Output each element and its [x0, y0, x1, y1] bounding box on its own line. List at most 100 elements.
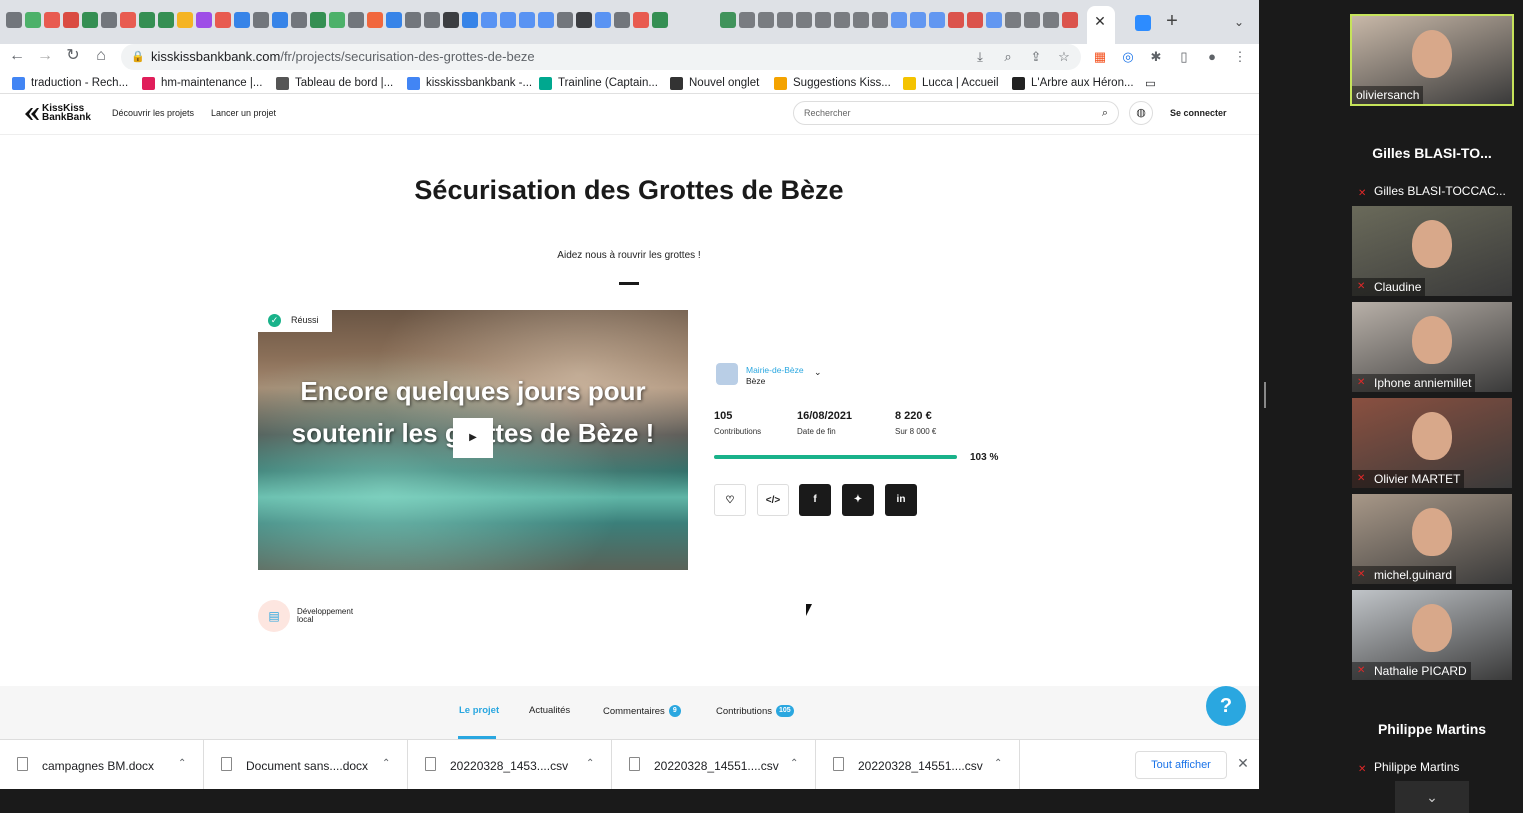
tab-favicon-icon[interactable] [1043, 12, 1059, 28]
tab-favicon-icon[interactable] [739, 12, 755, 28]
download-item[interactable]: 20220328_14551....csv ⌃ [816, 740, 1020, 789]
tab-favicon-icon[interactable] [253, 12, 269, 28]
tab-favicon-icon[interactable] [652, 12, 668, 28]
zoom-tab-favicon-icon[interactable] [1135, 15, 1151, 31]
kisskiss-logo-icon[interactable] [25, 107, 39, 120]
extension-icon[interactable]: ▦ [1091, 48, 1109, 66]
tab-favicon-icon[interactable] [44, 12, 60, 28]
tab-favicon-icon[interactable] [158, 12, 174, 28]
participant-name-title[interactable]: Gilles BLASI-TO... [1352, 145, 1512, 161]
participant-tile[interactable]: Olivier MARTET ✕ [1352, 398, 1512, 488]
participant-tile[interactable]: Iphone anniemillet ✕ [1352, 302, 1512, 392]
tab-favicon-icon[interactable] [538, 12, 554, 28]
chevron-up-icon[interactable]: ⌃ [994, 758, 1002, 769]
puzzle-icon[interactable]: ✱ [1147, 48, 1165, 66]
show-all-downloads-button[interactable]: Tout afficher [1135, 751, 1227, 779]
tab-favicon-icon[interactable] [967, 12, 983, 28]
scroll-down-chevron-icon[interactable]: ⌄ [1395, 781, 1469, 813]
category-label[interactable]: Développement local [297, 608, 367, 624]
tab-favicon-icon[interactable] [348, 12, 364, 28]
tab-favicon-icon[interactable] [462, 12, 478, 28]
side-panel-icon[interactable]: ▯ [1175, 48, 1193, 66]
bookmark-item[interactable]: Suggestions Kiss... [774, 75, 891, 91]
chevron-up-icon[interactable]: ⌃ [586, 758, 594, 769]
reload-button[interactable]: ↻ [62, 45, 84, 67]
tab-favicon-icon[interactable] [177, 12, 193, 28]
tab-favicon-icon[interactable] [815, 12, 831, 28]
site-search-input[interactable]: Rechercher ⌕ [793, 101, 1119, 125]
home-button[interactable]: ⌂ [90, 45, 112, 67]
tab-favicon-icon[interactable] [1005, 12, 1021, 28]
tab-favicon-icon[interactable] [595, 12, 611, 28]
tab-favicon-icon[interactable] [63, 12, 79, 28]
tab-favicon-icon[interactable] [500, 12, 516, 28]
tab-favicon-icon[interactable] [633, 12, 649, 28]
back-button[interactable]: ← [6, 45, 28, 67]
tab-favicon-icon[interactable] [910, 12, 926, 28]
linkedin-share-button[interactable]: in [885, 484, 917, 516]
tab-favicon-icon[interactable] [576, 12, 592, 28]
search-icon[interactable]: ⌕ [1098, 106, 1112, 120]
tab-favicon-icon[interactable] [834, 12, 850, 28]
nav-launch-project[interactable]: Lancer un projet [211, 108, 276, 118]
tab-favicon-icon[interactable] [557, 12, 573, 28]
tab-search-icon[interactable]: ⌄ [1232, 15, 1246, 29]
tab-favicon-icon[interactable] [6, 12, 22, 28]
category-shop-icon[interactable]: ▤ [258, 600, 290, 632]
participant-tile[interactable]: oliviersanch [1350, 14, 1514, 106]
globe-icon[interactable]: ◍ [1129, 101, 1153, 125]
panel-resize-handle[interactable] [1264, 382, 1266, 408]
bookmark-item[interactable]: kisskissbankbank -... [407, 75, 532, 91]
share-icon[interactable]: ⇪ [1027, 48, 1045, 66]
twitter-share-button[interactable]: ✦ [842, 484, 874, 516]
kebab-menu-icon[interactable]: ⋮ [1231, 48, 1249, 66]
close-downloads-icon[interactable]: ✕ [1236, 756, 1250, 770]
embed-button[interactable]: </> [757, 484, 789, 516]
install-icon[interactable]: ⤓ [971, 48, 989, 66]
tab-favicon-icon[interactable] [82, 12, 98, 28]
tab-favicon-icon[interactable] [929, 12, 945, 28]
project-video[interactable]: Encore quelques jours pour soutenir les … [258, 310, 688, 570]
play-button[interactable]: ▶ [453, 418, 493, 458]
facebook-share-button[interactable]: f [799, 484, 831, 516]
tab-favicon-icon[interactable] [948, 12, 964, 28]
owner-name-link[interactable]: Mairie-de-Bèze [746, 365, 804, 375]
profile-avatar[interactable]: ● [1203, 48, 1221, 66]
tab-favicon-icon[interactable] [25, 12, 41, 28]
chevron-up-icon[interactable]: ⌃ [790, 758, 798, 769]
tab-favicon-icon[interactable] [424, 12, 440, 28]
bookmark-item[interactable]: hm-maintenance |... [142, 75, 262, 91]
chevron-up-icon[interactable]: ⌃ [178, 758, 186, 769]
participant-name-title[interactable]: Philippe Martins [1352, 721, 1512, 737]
help-button[interactable]: ? [1206, 686, 1246, 726]
tab-favicon-icon[interactable] [139, 12, 155, 28]
tab-favicon-icon[interactable] [720, 12, 736, 28]
tab-contributions[interactable]: Contributions 105 [716, 705, 794, 717]
tab-favicon-icon[interactable] [1062, 12, 1078, 28]
bookmark-item[interactable]: Nouvel onglet [670, 75, 759, 91]
bookmark-folder-icon[interactable]: ▭ [1145, 75, 1156, 91]
tab-favicon-icon[interactable] [329, 12, 345, 28]
zoom-icon[interactable]: ⌕ [999, 48, 1017, 66]
address-bar[interactable]: 🔒 kisskissbankbank.com/fr/projects/secur… [121, 44, 1081, 70]
tab-favicon-icon[interactable] [1024, 12, 1040, 28]
tab-favicon-icon[interactable] [519, 12, 535, 28]
like-button[interactable]: ♡ [714, 484, 746, 516]
bookmark-item[interactable]: Trainline (Captain... [539, 75, 658, 91]
chevron-down-icon[interactable]: ⌄ [814, 367, 822, 378]
tab-favicon-icon[interactable] [481, 12, 497, 28]
bookmark-item[interactable]: traduction - Rech... [12, 75, 128, 91]
bookmark-item[interactable]: Lucca | Accueil [903, 75, 999, 91]
participant-tile[interactable]: Nathalie PICARD ✕ [1352, 590, 1512, 680]
tab-favicon-icon[interactable] [120, 12, 136, 28]
bookmark-item[interactable]: Tableau de bord |... [276, 75, 393, 91]
tab-favicon-icon[interactable] [986, 12, 1002, 28]
tab-favicon-icon[interactable] [777, 12, 793, 28]
forward-button[interactable]: → [34, 45, 56, 67]
chevron-up-icon[interactable]: ⌃ [382, 758, 390, 769]
owner-avatar[interactable] [716, 363, 738, 385]
tab-favicon-icon[interactable] [367, 12, 383, 28]
tab-favicon-icon[interactable] [891, 12, 907, 28]
tab-news[interactable]: Actualités [529, 705, 570, 716]
tab-favicon-icon[interactable] [853, 12, 869, 28]
